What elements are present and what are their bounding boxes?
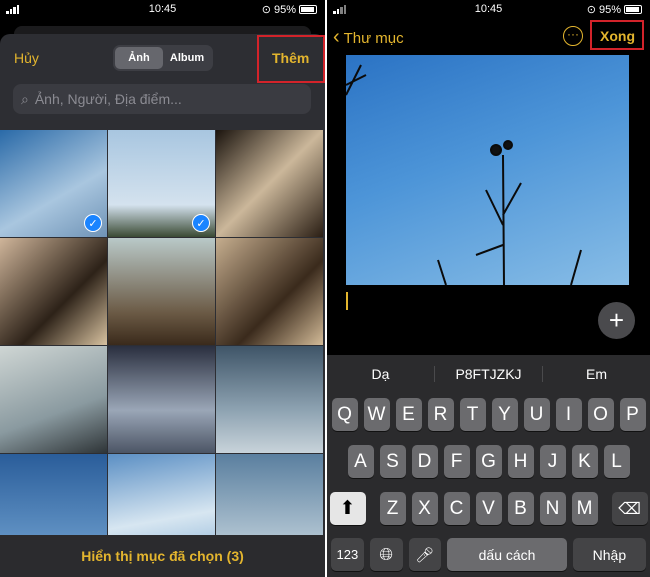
photo-thumbnail[interactable]: ✓	[108, 130, 215, 237]
key-v[interactable]: V	[475, 492, 502, 525]
key-m[interactable]: M	[571, 492, 598, 525]
key-q[interactable]: Q	[331, 398, 358, 431]
rotation-lock-icon: ⊙	[586, 4, 596, 16]
search-placeholder: Ảnh, Người, Địa điểm...	[34, 91, 182, 107]
add-icon[interactable]: +	[598, 302, 635, 339]
tab-albums[interactable]: Album	[163, 47, 211, 69]
microphone-icon[interactable]: 🎤︎	[408, 538, 442, 571]
suggestion[interactable]: Em	[543, 366, 650, 382]
text-cursor	[346, 292, 348, 310]
key-r[interactable]: R	[427, 398, 454, 431]
photo-thumbnail[interactable]	[0, 238, 107, 345]
highlight-box	[590, 20, 644, 50]
key-i[interactable]: I	[555, 398, 582, 431]
battery-icon	[299, 5, 317, 14]
keyboard: Dạ P8FTJZKJ Em QWERTYUIOP ASDFGHJKL ⬆ Z X C…	[327, 355, 650, 577]
photo-thumbnail[interactable]: ✓	[0, 130, 107, 237]
shift-icon[interactable]: ⬆	[329, 492, 366, 525]
tab-photos[interactable]: Ảnh	[115, 47, 163, 69]
photo-thumbnail[interactable]	[108, 238, 215, 345]
photo-thumbnail[interactable]	[108, 346, 215, 453]
return-key[interactable]: Nhập	[572, 538, 647, 571]
key-e[interactable]: E	[395, 398, 422, 431]
status-bar: 10:45 ⊙ 95%	[327, 0, 650, 18]
key-z[interactable]: Z	[379, 492, 406, 525]
show-selected-button[interactable]: Hiển thị mục đã chọn (3)	[0, 535, 325, 577]
notes-screen: 10:45 ⊙ 95% ‹ Thư mục ··· Xong + Dạ P8FTJ…	[327, 0, 650, 577]
photo-grid: ✓ ✓	[0, 130, 325, 561]
chevron-left-icon: ‹	[333, 26, 340, 48]
highlight-box	[257, 35, 325, 83]
photo-thumbnail[interactable]	[0, 346, 107, 453]
key-h[interactable]: H	[507, 445, 534, 478]
key-s[interactable]: S	[379, 445, 406, 478]
key-p[interactable]: P	[619, 398, 646, 431]
more-icon[interactable]: ···	[563, 26, 583, 46]
key-c[interactable]: C	[443, 492, 470, 525]
key-u[interactable]: U	[523, 398, 550, 431]
key-g[interactable]: G	[475, 445, 502, 478]
photo-picker-screen: 10:45 ⊙ 95% Hủy Ảnh Album Thêm ⌕ Ảnh, Ngư…	[0, 0, 325, 577]
key-x[interactable]: X	[411, 492, 438, 525]
key-a[interactable]: A	[347, 445, 374, 478]
suggestion[interactable]: Dạ	[327, 366, 435, 382]
battery-icon	[624, 5, 642, 14]
segmented-control: Ảnh Album	[113, 45, 213, 71]
nav-bar: ‹ Thư mục ··· Xong	[327, 20, 650, 50]
key-n[interactable]: N	[539, 492, 566, 525]
photo-thumbnail[interactable]	[216, 130, 323, 237]
plant-silhouette	[345, 64, 582, 286]
checkmark-icon: ✓	[84, 214, 102, 232]
key-k[interactable]: K	[571, 445, 598, 478]
photo-thumbnail[interactable]	[216, 346, 323, 453]
rotation-lock-icon: ⊙	[261, 4, 271, 16]
key-w[interactable]: W	[363, 398, 390, 431]
key-l[interactable]: L	[603, 445, 630, 478]
checkmark-icon: ✓	[192, 214, 210, 232]
space-key[interactable]: dấu cách	[447, 538, 567, 571]
numbers-key[interactable]: 123	[331, 538, 364, 571]
backspace-icon[interactable]: ⌫	[611, 492, 648, 525]
key-b[interactable]: B	[507, 492, 534, 525]
key-y[interactable]: Y	[491, 398, 518, 431]
suggestion[interactable]: P8FTJZKJ	[435, 366, 543, 382]
cancel-button[interactable]: Hủy	[14, 50, 39, 66]
key-j[interactable]: J	[539, 445, 566, 478]
back-button[interactable]: ‹ Thư mục	[333, 26, 404, 49]
photo-thumbnail[interactable]	[216, 238, 323, 345]
key-t[interactable]: T	[459, 398, 486, 431]
battery-percent: 95%	[598, 3, 621, 16]
battery-percent: 95%	[273, 3, 296, 16]
inserted-photo[interactable]	[345, 55, 629, 286]
key-o[interactable]: O	[587, 398, 614, 431]
status-bar: 10:45 ⊙ 95%	[0, 0, 325, 18]
search-icon: ⌕	[21, 90, 29, 107]
suggestion-bar: Dạ P8FTJZKJ Em	[327, 355, 650, 393]
globe-icon[interactable]: 🌐︎	[369, 538, 403, 571]
key-f[interactable]: F	[443, 445, 470, 478]
key-d[interactable]: D	[411, 445, 438, 478]
search-input[interactable]: ⌕ Ảnh, Người, Địa điểm...	[13, 84, 311, 114]
